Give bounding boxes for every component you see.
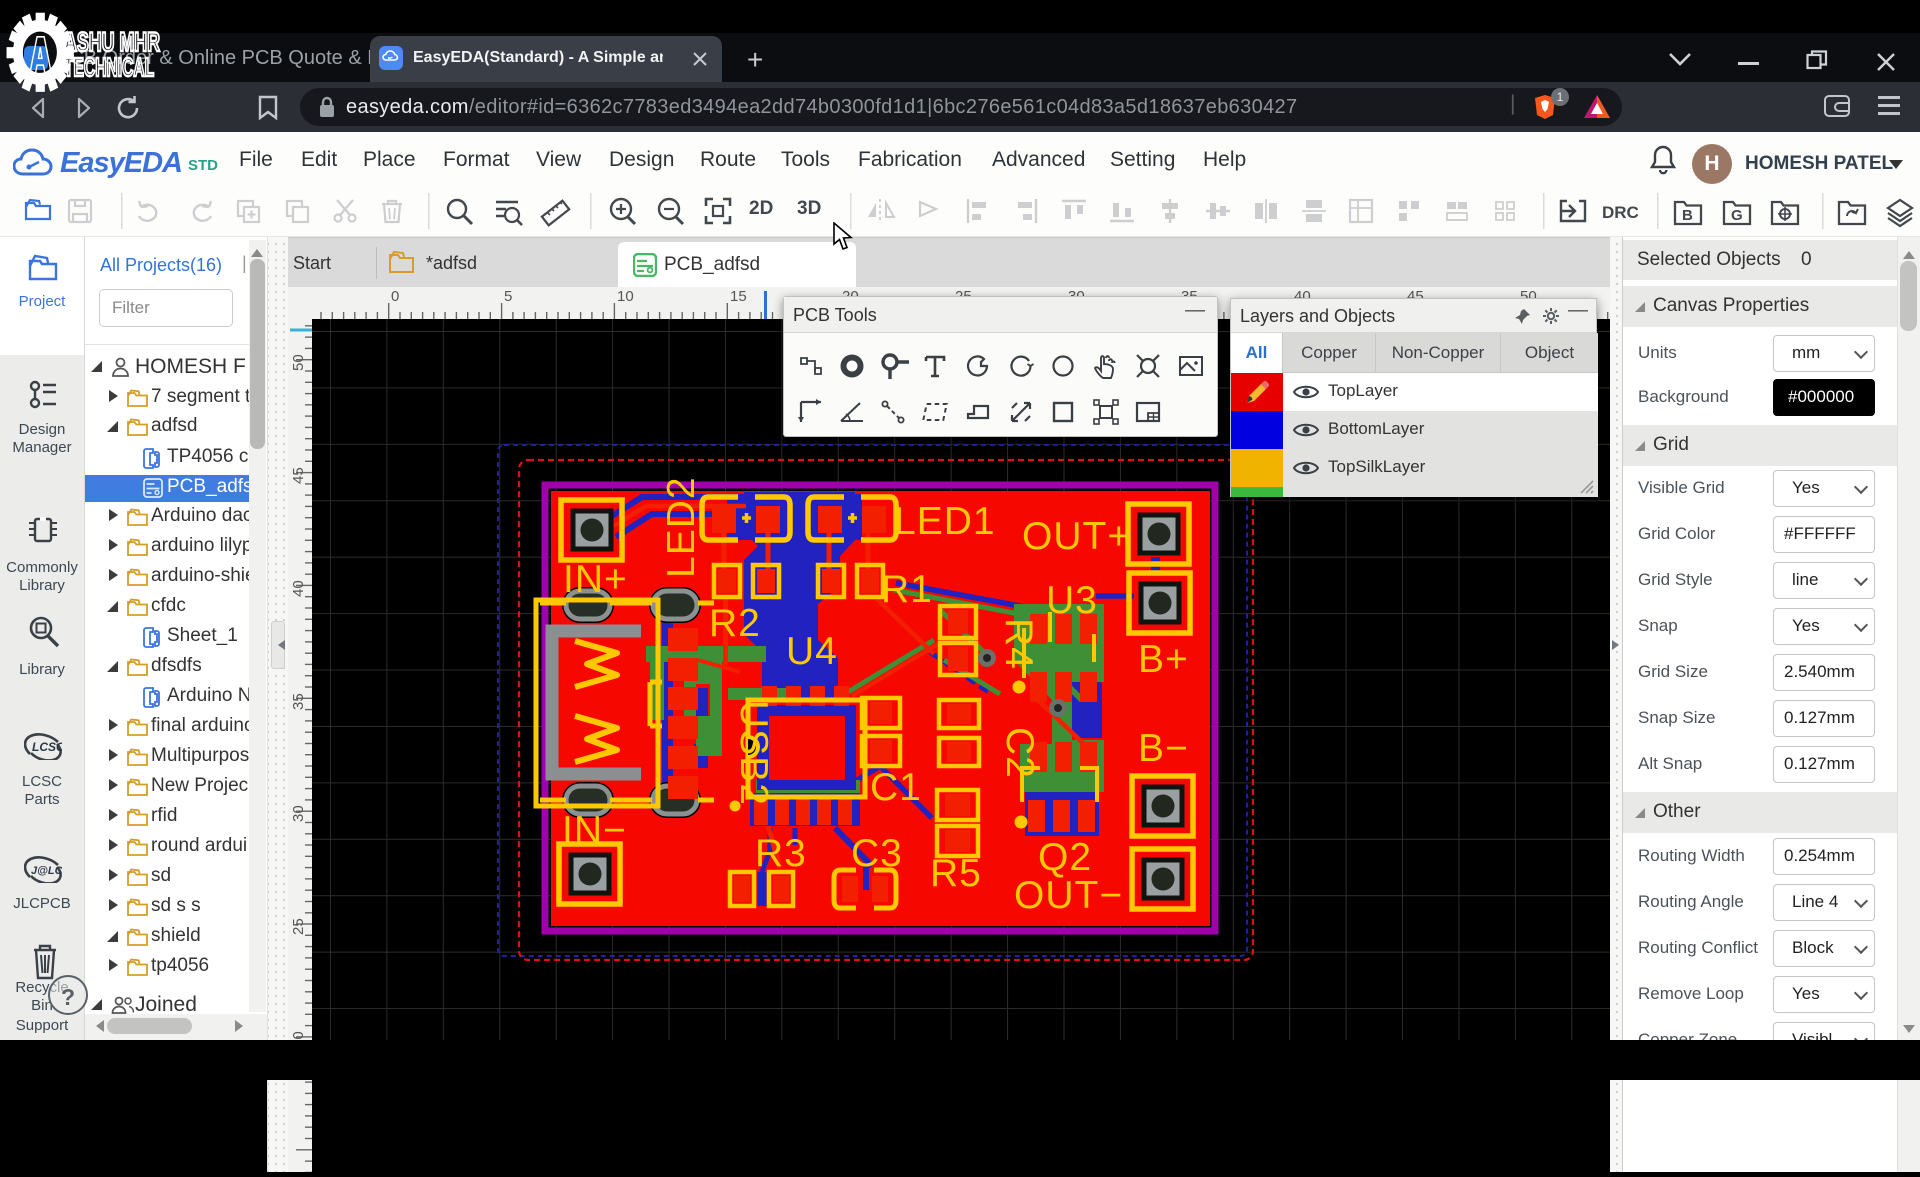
svg-text:15: 15 — [730, 288, 747, 305]
svg-text:G: G — [1731, 207, 1743, 224]
svg-text:DRC: DRC — [1602, 203, 1639, 222]
svg-text:R3: R3 — [755, 832, 807, 875]
svg-text:OUT+: OUT+ — [1022, 515, 1131, 558]
svg-text:R4: R4 — [997, 618, 1040, 670]
svg-text:LED2: LED2 — [660, 476, 703, 578]
svg-text:J@LC: J@LC — [31, 865, 62, 877]
svg-text:B+: B+ — [1138, 638, 1189, 681]
svg-text:R5: R5 — [930, 852, 982, 895]
svg-text:Q2: Q2 — [1038, 836, 1092, 879]
svg-text:30: 30 — [290, 805, 307, 822]
svg-text:25: 25 — [290, 918, 307, 935]
svg-text:10: 10 — [617, 288, 634, 305]
svg-text:USB2: USB2 — [732, 700, 775, 806]
svg-text:U3: U3 — [1046, 579, 1098, 622]
svg-text:50: 50 — [290, 354, 307, 371]
svg-text:C1: C1 — [870, 766, 922, 809]
svg-text:5: 5 — [504, 288, 512, 305]
svg-text:C2: C2 — [998, 727, 1041, 779]
svg-text:R1: R1 — [881, 568, 933, 611]
svg-text:40: 40 — [290, 580, 307, 597]
svg-text:C3: C3 — [851, 832, 903, 875]
svg-text:B: B — [1682, 207, 1693, 224]
svg-text:OUT−: OUT− — [1014, 874, 1123, 917]
svg-text:IN+: IN+ — [563, 558, 628, 601]
svg-text:IN−: IN− — [562, 809, 627, 852]
svg-text:LED1: LED1 — [894, 500, 996, 543]
svg-text:LCSC: LCSC — [32, 740, 62, 754]
svg-text:U4: U4 — [786, 630, 838, 673]
svg-text:45: 45 — [290, 467, 307, 484]
svg-text:B−: B− — [1138, 727, 1189, 770]
svg-text:35: 35 — [290, 693, 307, 710]
svg-text:0: 0 — [391, 288, 399, 305]
svg-text:R2: R2 — [709, 602, 761, 645]
